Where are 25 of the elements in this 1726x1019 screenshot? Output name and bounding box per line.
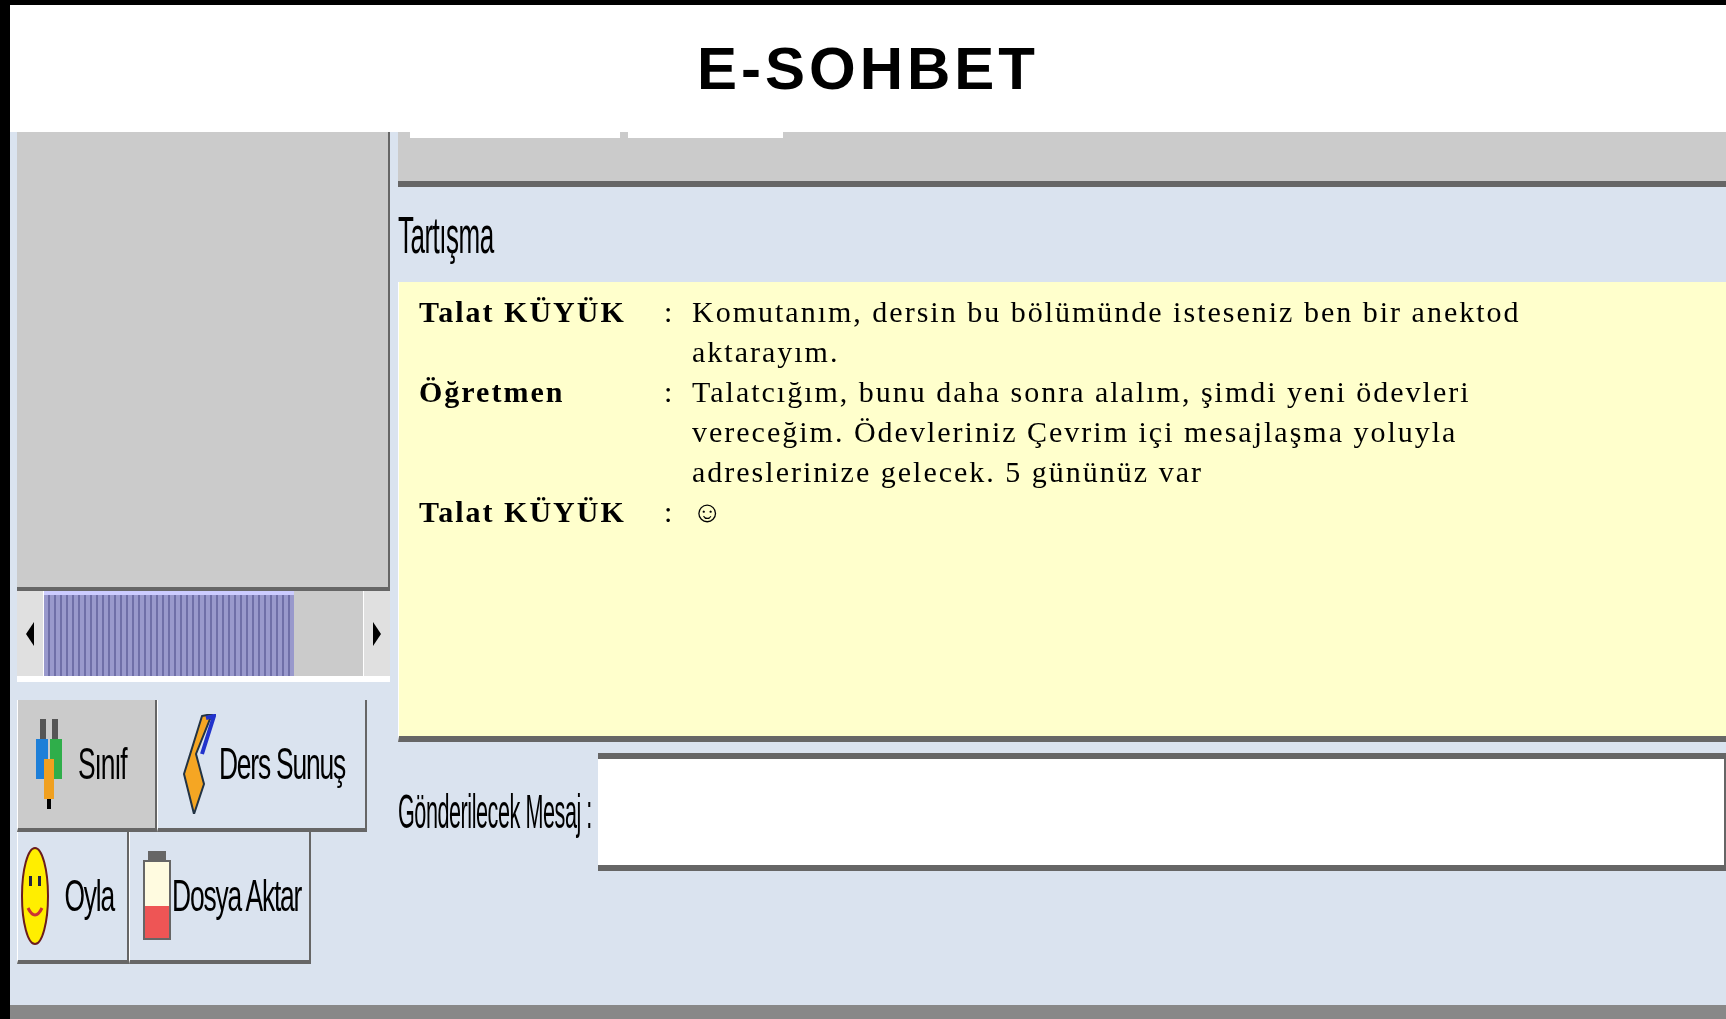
tab[interactable]: Sınıf <box>17 700 157 832</box>
boomerang-icon <box>181 714 216 814</box>
smiley-icon <box>20 846 49 946</box>
tab[interactable]: Ders Sunuş <box>157 700 367 832</box>
scroll-right-button[interactable] <box>363 591 390 676</box>
message-text: Komutanım, dersin bu bölümünde isteseniz ben bir anektod aktarayım. <box>691 294 1522 370</box>
message-text: ☺ <box>691 494 726 530</box>
tab[interactable]: Dosya Aktar <box>129 832 311 964</box>
message-text: Talatcığım, bunu daha sonra alalım, şimdi yeni ödevleri vereceğim. Ödevleriniz Çevrim içi mesajlaşma yoluyla adreslerinize gelecek. 5 gününüz var <box>691 374 1472 490</box>
scroll-thumb[interactable] <box>44 591 294 676</box>
colon-separator: : <box>664 374 676 410</box>
sender-name: Talat KÜYÜK <box>419 294 627 330</box>
right-arrow-icon <box>373 621 381 646</box>
colon-separator: : <box>664 494 676 530</box>
jar-icon <box>142 851 171 941</box>
sender-name: Öğretmen <box>419 374 566 410</box>
sender-name: Talat KÜYÜK <box>419 494 627 530</box>
message-label: Gönderilecek Mesaj : <box>398 783 592 840</box>
scroll-left-button[interactable] <box>17 591 44 676</box>
colon-separator: : <box>664 294 676 330</box>
tab[interactable]: Oyla <box>17 832 129 964</box>
people-icon <box>35 719 62 809</box>
app-title: E-SOHBET <box>697 33 1039 104</box>
left-arrow-icon <box>26 621 34 646</box>
message-input[interactable] <box>598 753 1726 871</box>
